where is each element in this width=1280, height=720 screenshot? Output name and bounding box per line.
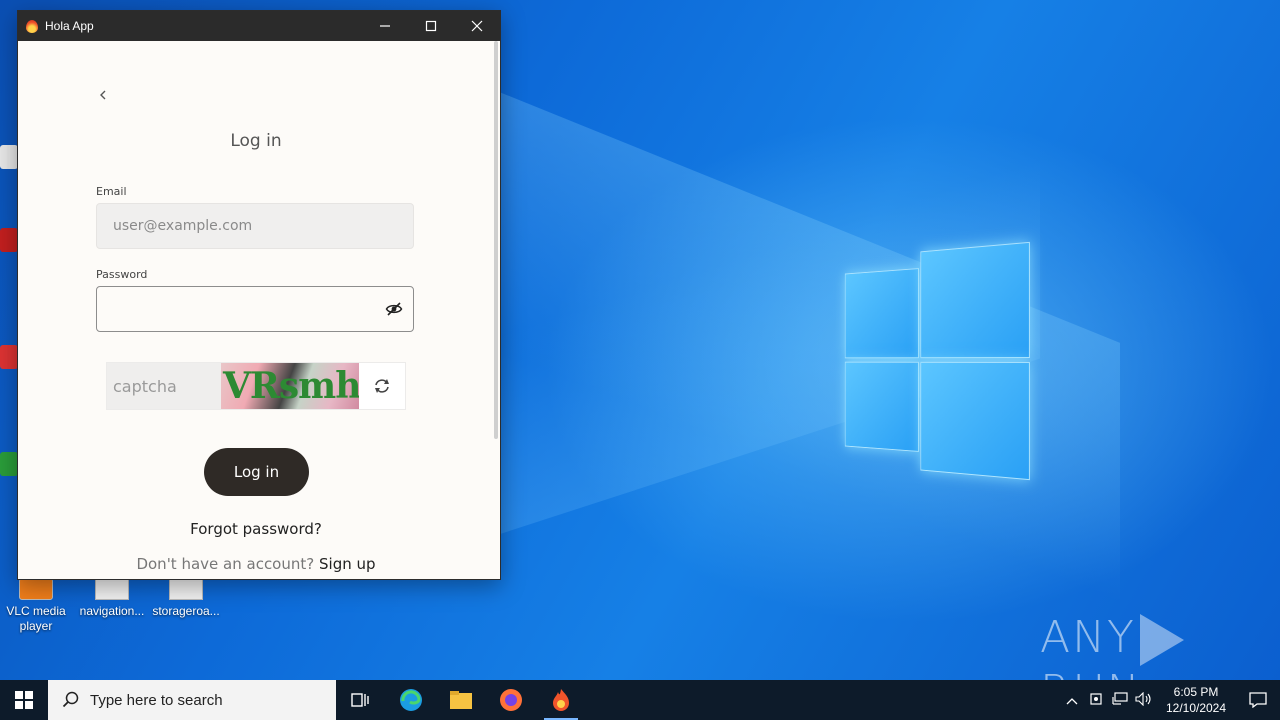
windows-logo-wallpaper — [844, 241, 1030, 481]
notification-center-button[interactable] — [1236, 692, 1280, 708]
folder-icon — [450, 691, 472, 709]
taskbar-clock[interactable]: 6:05 PM 12/10/2024 — [1156, 684, 1236, 716]
edge-browser-icon — [400, 689, 422, 711]
desktop-icon-stub[interactable] — [0, 452, 18, 476]
hola-app-window: Hola App Log in Email user@example.com P… — [17, 10, 501, 580]
minimize-icon — [380, 25, 390, 27]
close-button[interactable] — [454, 11, 500, 41]
device-icon[interactable] — [1084, 692, 1108, 709]
chevron-left-icon — [100, 90, 106, 100]
captcha-image: VRsmh — [221, 363, 359, 409]
windows-start-icon — [15, 691, 33, 709]
login-page: Log in Email user@example.com Password c… — [18, 41, 500, 578]
desktop-icon-navigation[interactable]: navigation... — [76, 578, 148, 619]
captcha-input[interactable]: captcha — [107, 363, 221, 409]
network-icon[interactable] — [1108, 691, 1132, 709]
desktop-icon-storage[interactable]: storageroa... — [150, 578, 222, 619]
captcha-group: captcha VRsmh — [106, 362, 406, 410]
desktop-icon-stub[interactable] — [0, 145, 18, 169]
system-tray: 6:05 PM 12/10/2024 — [1060, 680, 1280, 720]
desktop-icon-stub[interactable] — [0, 345, 18, 369]
task-view-icon — [351, 693, 369, 707]
forgot-password-link[interactable]: Forgot password? — [18, 520, 494, 538]
desktop-icon-vlc[interactable]: VLC media player — [0, 578, 72, 634]
clock-time: 6:05 PM — [1173, 685, 1219, 699]
taskbar-firefox[interactable] — [486, 680, 536, 720]
firefox-icon — [500, 689, 522, 711]
desktop-icon-label: navigation... — [79, 604, 145, 618]
maximize-button[interactable] — [408, 11, 454, 41]
file-icon — [95, 578, 129, 600]
taskbar-edge[interactable] — [386, 680, 436, 720]
captcha-image-text: VRsmh — [223, 365, 359, 407]
password-label: Password — [96, 268, 148, 281]
close-icon — [471, 20, 483, 32]
search-icon — [62, 691, 79, 708]
flame-app-icon — [553, 689, 569, 711]
refresh-icon — [375, 379, 389, 393]
start-button[interactable] — [0, 680, 48, 720]
window-title: Hola App — [45, 19, 94, 33]
anyrun-watermark: ANYRUN — [1040, 612, 1280, 680]
captcha-refresh-button[interactable] — [359, 363, 405, 409]
file-icon — [169, 578, 203, 600]
back-button[interactable] — [98, 89, 114, 105]
clock-date: 12/10/2024 — [1165, 701, 1227, 715]
taskbar: Type here to search 6:05 PM 12/10/2024 — [0, 680, 1280, 720]
task-view-button[interactable] — [336, 680, 386, 720]
login-button[interactable]: Log in — [204, 448, 309, 496]
vlc-icon — [19, 578, 53, 600]
minimize-button[interactable] — [362, 11, 408, 41]
no-account-text: Don't have an account? — [136, 555, 315, 573]
eye-slash-icon[interactable] — [385, 301, 403, 317]
scrollbar[interactable] — [494, 41, 498, 439]
window-titlebar[interactable]: Hola App — [18, 11, 500, 41]
notification-icon — [1249, 692, 1267, 708]
chevron-up-icon[interactable] — [1060, 693, 1084, 708]
password-field[interactable] — [96, 286, 414, 332]
taskbar-file-explorer[interactable] — [436, 680, 486, 720]
search-placeholder: Type here to search — [90, 691, 223, 709]
flame-app-icon — [25, 18, 39, 34]
taskbar-hola-app[interactable] — [536, 680, 586, 720]
desktop-icon-label: VLC media player — [6, 604, 66, 633]
volume-icon[interactable] — [1132, 691, 1156, 709]
email-field[interactable]: user@example.com — [96, 203, 414, 249]
desktop-icon-label: storageroa... — [152, 604, 220, 618]
page-title: Log in — [230, 131, 282, 151]
maximize-icon — [425, 20, 437, 32]
captcha-placeholder: captcha — [113, 376, 177, 396]
taskbar-search-box[interactable]: Type here to search — [48, 680, 336, 720]
signup-link[interactable]: Sign up — [319, 555, 376, 573]
signup-prompt: Don't have an account? Sign up — [18, 555, 494, 573]
email-label: Email — [96, 185, 127, 198]
email-placeholder: user@example.com — [113, 218, 253, 234]
desktop-icon-stub[interactable] — [0, 228, 18, 252]
